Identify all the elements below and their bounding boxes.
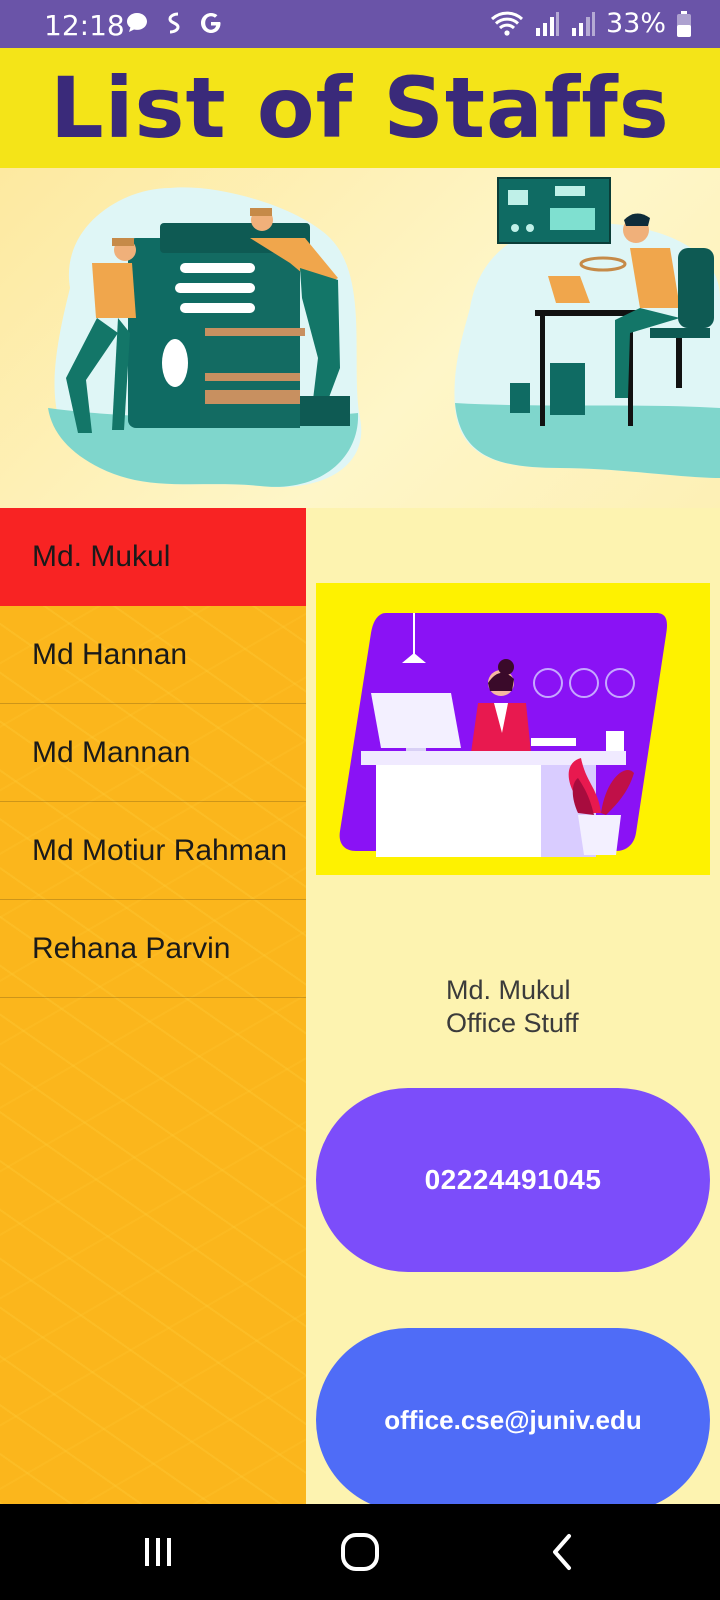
back-icon	[553, 1534, 571, 1570]
google-icon	[201, 13, 221, 33]
staff-item-md-hannan[interactable]: Md Hannan	[0, 606, 306, 704]
status-bar: 12:18 33%	[0, 0, 720, 48]
status-system-icons: 33%	[490, 8, 692, 39]
wifi-icon	[490, 11, 524, 36]
status-time: 12:18	[44, 9, 125, 42]
system-nav-bar	[0, 1504, 720, 1600]
staff-item-label: Md Motiur Rahman	[32, 833, 288, 867]
staff-item-rehana-parvin[interactable]: Rehana Parvin	[0, 900, 306, 998]
phone-button[interactable]: 02224491045	[316, 1088, 710, 1272]
staff-item-md-mannan[interactable]: Md Mannan	[0, 704, 306, 802]
battery-percent: 33%	[605, 8, 666, 39]
status-notification-icons	[124, 10, 224, 36]
email-button[interactable]: office.cse@juniv.edu	[316, 1328, 710, 1512]
workers-illustration	[48, 177, 720, 488]
staff-list: Md. Mukul Md Hannan Md Mannan Md Motiur …	[0, 508, 306, 1504]
staff-photo	[316, 583, 710, 875]
home-button[interactable]	[330, 1524, 390, 1580]
staff-role: Office Stuff	[446, 1008, 579, 1038]
staff-detail: Md. Mukul Office Stuff 02224491045 offic…	[306, 508, 720, 1512]
staff-item-label: Rehana Parvin	[32, 931, 231, 965]
hero-illustration	[0, 168, 720, 508]
s-app-icon	[168, 12, 180, 34]
staff-info: Md. Mukul Office Stuff	[446, 974, 579, 1040]
signal-icon	[571, 11, 595, 36]
staff-name: Md. Mukul	[446, 975, 571, 1005]
battery-icon	[677, 10, 691, 37]
page-title: List of Staffs	[50, 59, 670, 157]
staff-item-md-motiur-rahman[interactable]: Md Motiur Rahman	[0, 802, 306, 900]
chat-icon	[127, 13, 147, 32]
back-button[interactable]	[532, 1524, 592, 1580]
staff-item-label: Md Hannan	[32, 637, 188, 671]
header-banner: List of Staffs	[0, 48, 720, 168]
staff-item-md-mukul[interactable]: Md. Mukul	[0, 508, 306, 606]
recents-button[interactable]	[128, 1524, 188, 1580]
office-worker-illustration	[339, 613, 667, 857]
signal-icon	[535, 11, 559, 36]
recents-icon	[145, 1538, 171, 1566]
staff-item-label: Md. Mukul	[32, 540, 171, 573]
staff-item-label: Md Mannan	[32, 735, 191, 769]
home-icon	[341, 1533, 379, 1571]
